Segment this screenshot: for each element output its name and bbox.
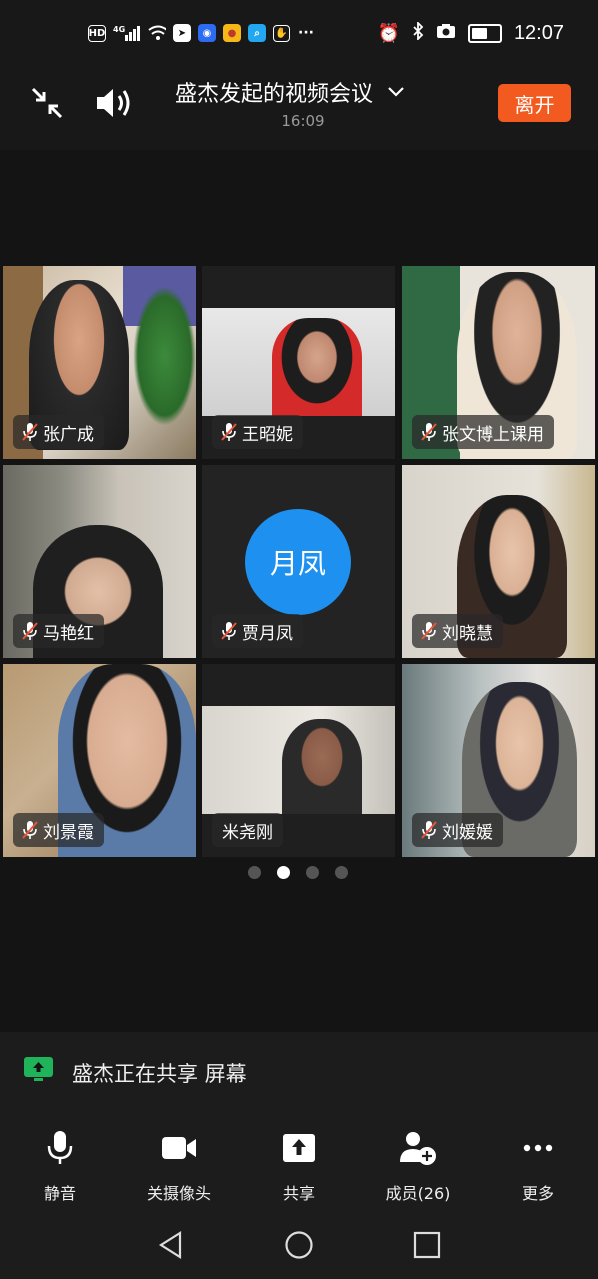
- mic-muted-icon: [221, 423, 237, 441]
- share-status-text: 盛杰正在共享 屏幕: [72, 1062, 247, 1086]
- more-label: 更多: [521, 1184, 554, 1203]
- participant-name: 张文博上课用: [442, 424, 544, 445]
- home-icon[interactable]: [284, 1230, 314, 1260]
- participant-tile[interactable]: 月凤 贾月凤: [202, 465, 395, 658]
- video-camera-icon: [129, 1130, 229, 1166]
- page-indicator[interactable]: [248, 866, 348, 879]
- battery-level: [471, 28, 487, 39]
- screen-share-banner[interactable]: 盛杰正在共享 屏幕: [0, 1032, 598, 1112]
- meeting-header: 盛杰发起的视频会议 16:09 离开: [0, 64, 598, 150]
- participant-name: 王昭妮: [242, 424, 293, 445]
- bulb-notification-icon: ◉: [198, 24, 216, 42]
- recents-icon[interactable]: [412, 1230, 442, 1260]
- mic-muted-icon: [421, 821, 437, 839]
- hand-notification-icon: ✋: [273, 24, 290, 42]
- camera-status-icon: [436, 23, 456, 44]
- status-right-icons: ⏰ 12:07: [377, 20, 564, 45]
- alarm-icon: ⏰: [377, 23, 400, 44]
- participant-label: 米尧刚: [212, 813, 283, 847]
- participant-tile[interactable]: 刘景霞: [3, 664, 196, 857]
- meeting-toolbar: 静音 关摄像头 共享 成员(26) 更多: [0, 1112, 598, 1210]
- participant-tile[interactable]: 张广成: [3, 266, 196, 459]
- page-dot[interactable]: [306, 866, 319, 879]
- camera-off-button[interactable]: 关摄像头: [129, 1130, 229, 1204]
- battery-icon: [467, 24, 502, 43]
- more-dots-icon: [488, 1130, 588, 1166]
- participant-label: 王昭妮: [212, 415, 303, 449]
- network-label: HD: [88, 27, 106, 39]
- page-dot[interactable]: [335, 866, 348, 879]
- participant-name: 张广成: [43, 424, 94, 445]
- microphone-icon: [10, 1130, 110, 1166]
- participant-tile[interactable]: 刘媛媛: [402, 664, 595, 857]
- meeting-title: 盛杰发起的视频会议: [175, 82, 374, 107]
- participant-name: 刘晓慧: [442, 623, 493, 644]
- wifi-icon: [148, 24, 166, 42]
- participant-tile[interactable]: 王昭妮: [202, 266, 395, 459]
- more-notifications-icon: ···: [298, 25, 314, 41]
- participant-name: 米尧刚: [222, 822, 273, 843]
- participant-label: 张广成: [13, 415, 104, 449]
- participant-tile[interactable]: 米尧刚: [202, 664, 395, 857]
- participant-tile[interactable]: 张文博上课用: [402, 266, 595, 459]
- signal-icon: 4G: [113, 24, 141, 42]
- mic-muted-icon: [421, 622, 437, 640]
- participant-label: 刘晓慧: [412, 614, 503, 648]
- screen-share-icon: [24, 1057, 53, 1081]
- mic-muted-icon: [221, 622, 237, 640]
- hd-icon: HD: [88, 24, 106, 42]
- camera-label: 关摄像头: [146, 1184, 211, 1203]
- mic-muted-icon: [22, 423, 38, 441]
- share-upload-icon: [249, 1130, 349, 1166]
- chevron-down-icon: [388, 87, 404, 97]
- page-dot-active[interactable]: [277, 866, 290, 879]
- video-grid: 张广成 王昭妮 张文博上课用 马艳红 月凤 贾月凤 刘晓慧 刘景霞 米尧刚 刘媛…: [3, 266, 595, 858]
- members-label: 成员(26): [385, 1184, 451, 1203]
- add-member-icon: [368, 1130, 468, 1166]
- clock: 12:07: [513, 22, 564, 44]
- participant-label: 张文博上课用: [412, 415, 554, 449]
- participant-name: 刘景霞: [43, 822, 94, 843]
- weibo-notification-icon: ●: [223, 24, 241, 42]
- leave-button[interactable]: 离开: [498, 84, 571, 122]
- participant-tile[interactable]: 刘晓慧: [402, 465, 595, 658]
- participant-label: 马艳红: [13, 614, 104, 648]
- mute-label: 静音: [43, 1184, 76, 1203]
- members-button[interactable]: 成员(26): [368, 1130, 468, 1204]
- participant-label: 刘景霞: [13, 813, 104, 847]
- participant-label: 刘媛媛: [412, 813, 503, 847]
- app-notification-icon: ➤: [173, 24, 191, 42]
- participant-name: 贾月凤: [242, 623, 293, 644]
- participant-name: 马艳红: [43, 623, 94, 644]
- mic-muted-icon: [22, 821, 38, 839]
- status-left-icons: HD 4G ➤ ◉ ● ⌕ ✋ ···: [88, 24, 315, 42]
- more-button[interactable]: 更多: [488, 1130, 588, 1204]
- participant-avatar: 月凤: [245, 509, 351, 615]
- search-notification-icon: ⌕: [248, 24, 266, 42]
- participant-name: 刘媛媛: [442, 822, 493, 843]
- participant-label: 贾月凤: [212, 614, 303, 648]
- share-button[interactable]: 共享: [249, 1130, 349, 1204]
- back-icon[interactable]: [156, 1230, 186, 1260]
- mute-button[interactable]: 静音: [10, 1130, 110, 1204]
- mic-muted-icon: [22, 622, 38, 640]
- bluetooth-icon: [412, 20, 424, 45]
- system-nav-bar: [0, 1210, 598, 1279]
- share-label: 共享: [282, 1184, 315, 1203]
- mic-muted-icon: [421, 423, 437, 441]
- page-dot[interactable]: [248, 866, 261, 879]
- svg-text:4G: 4G: [113, 25, 125, 34]
- meeting-title-button[interactable]: 盛杰发起的视频会议: [175, 76, 405, 108]
- meeting-duration: 16:09: [281, 112, 325, 130]
- participant-tile[interactable]: 马艳红: [3, 465, 196, 658]
- status-bar: HD 4G ➤ ◉ ● ⌕ ✋ ··· ⏰ 12:07: [0, 0, 598, 64]
